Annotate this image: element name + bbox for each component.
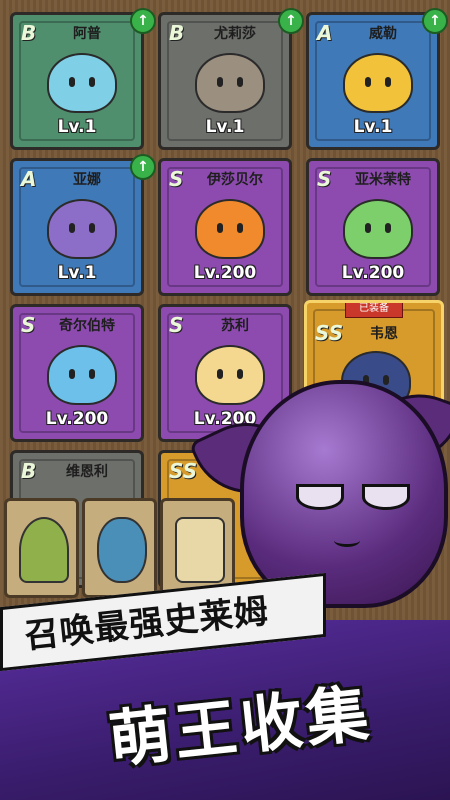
slime-name: 维恩利 bbox=[66, 464, 108, 480]
slime-portrait bbox=[195, 53, 265, 113]
rank-label: B bbox=[21, 21, 37, 45]
slime-level: Lv.200 bbox=[45, 409, 109, 429]
slime-card[interactable]: A 亚娜 Lv.1 bbox=[10, 158, 144, 296]
rank-label: B bbox=[169, 21, 185, 45]
slime-level: Lv.1 bbox=[57, 117, 97, 137]
item-slot-rune[interactable] bbox=[82, 498, 157, 598]
slime-name: 阿普 bbox=[73, 26, 101, 42]
rank-label: SS bbox=[169, 459, 198, 483]
upgrade-arrow-icon[interactable]: ↑ bbox=[278, 8, 304, 34]
bat-slime-mascot bbox=[240, 380, 448, 608]
slime-card[interactable]: S 亚米茉特 Lv.200 bbox=[306, 158, 440, 296]
slime-name: 伊莎贝尔 bbox=[207, 172, 263, 188]
slime-portrait bbox=[195, 199, 265, 259]
scroll-map-icon bbox=[175, 517, 225, 583]
slime-name: 苏利 bbox=[221, 318, 249, 334]
slime-name: 奇尔伯特 bbox=[59, 318, 115, 334]
rune-stone-icon bbox=[97, 517, 147, 583]
slime-card[interactable]: B 尤莉莎 Lv.1 bbox=[158, 12, 292, 150]
slime-portrait bbox=[47, 199, 117, 259]
slime-portrait bbox=[343, 199, 413, 259]
slime-level: Lv.1 bbox=[57, 263, 97, 283]
slime-card[interactable]: S 伊莎贝尔 Lv.200 bbox=[158, 158, 292, 296]
mascot-mouth bbox=[334, 534, 360, 547]
slime-level: Lv.200 bbox=[193, 263, 257, 283]
equipped-badge: 已装备 bbox=[345, 303, 403, 318]
slime-name: 韦恩 bbox=[370, 326, 398, 342]
rank-label: S bbox=[21, 313, 36, 337]
upgrade-arrow-icon[interactable]: ↑ bbox=[130, 154, 156, 180]
slime-portrait bbox=[47, 53, 117, 113]
mascot-eye-right bbox=[362, 484, 410, 510]
rank-label: B bbox=[21, 459, 37, 483]
slime-card[interactable]: B 阿普 Lv.1 bbox=[10, 12, 144, 150]
slime-name: 尤莉莎 bbox=[214, 26, 256, 42]
rank-label: S bbox=[169, 167, 184, 191]
rank-label: A bbox=[317, 21, 333, 45]
item-slot-trophy[interactable] bbox=[4, 498, 79, 598]
slime-portrait bbox=[343, 53, 413, 113]
mascot-eye-left bbox=[296, 484, 344, 510]
slime-name: 威勒 bbox=[369, 26, 397, 42]
rank-label: S bbox=[317, 167, 332, 191]
rank-label: S bbox=[169, 313, 184, 337]
slime-portrait bbox=[195, 345, 265, 405]
slime-level: Lv.1 bbox=[205, 117, 245, 137]
upgrade-arrow-icon[interactable]: ↑ bbox=[130, 8, 156, 34]
slime-portrait bbox=[47, 345, 117, 405]
trophy-altar-icon bbox=[19, 517, 69, 583]
slime-card[interactable]: S 奇尔伯特 Lv.200 bbox=[10, 304, 144, 442]
slime-name: 亚米茉特 bbox=[355, 172, 411, 188]
slime-name: 亚娜 bbox=[73, 172, 101, 188]
slime-card[interactable]: A 威勒 Lv.1 bbox=[306, 12, 440, 150]
slime-level: Lv.1 bbox=[353, 117, 393, 137]
rank-label: A bbox=[21, 167, 37, 191]
slime-level: Lv.200 bbox=[341, 263, 405, 283]
upgrade-arrow-icon[interactable]: ↑ bbox=[422, 8, 448, 34]
